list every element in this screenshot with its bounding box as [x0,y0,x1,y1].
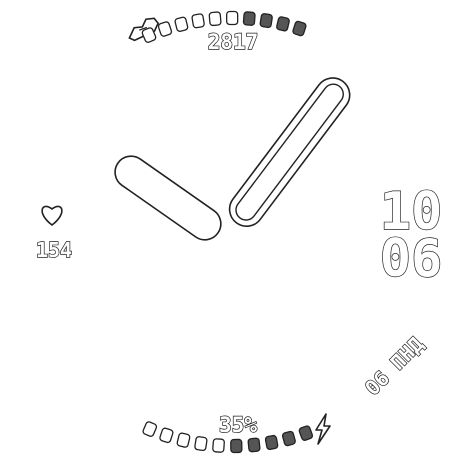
steps-segment [208,11,222,27]
steps-segment [259,13,273,29]
battery-segment [176,432,191,448]
steps-segment [174,16,189,32]
steps-segment [191,13,205,29]
steps-segment [157,21,173,37]
battery-value: 35% [219,413,257,437]
steps-segment [292,20,307,37]
heart-rate-value: 154 [36,238,72,262]
date-label: 06 ПНД [360,332,428,400]
heart-icon [41,205,63,227]
battery-segment [194,436,208,452]
hour-hand [114,155,222,241]
lightning-bolt-icon [315,413,331,445]
battery-segment [247,437,261,453]
steps-value: 2817 [208,30,259,54]
battery-segment [264,434,279,451]
steps-segment [276,16,290,32]
steps-segment [242,11,256,26]
battery-segment [230,438,243,454]
battery-segment [159,427,174,444]
battery-segment [142,421,158,437]
battery-segment [212,438,225,453]
watch-face: 2817 154 10 06 06 ПНД 35% [35,10,443,454]
battery-segment [281,430,296,447]
minute-hand [228,77,351,228]
battery-segment [298,425,314,441]
digital-minute: 06 [380,229,443,289]
steps-segment [226,10,239,26]
